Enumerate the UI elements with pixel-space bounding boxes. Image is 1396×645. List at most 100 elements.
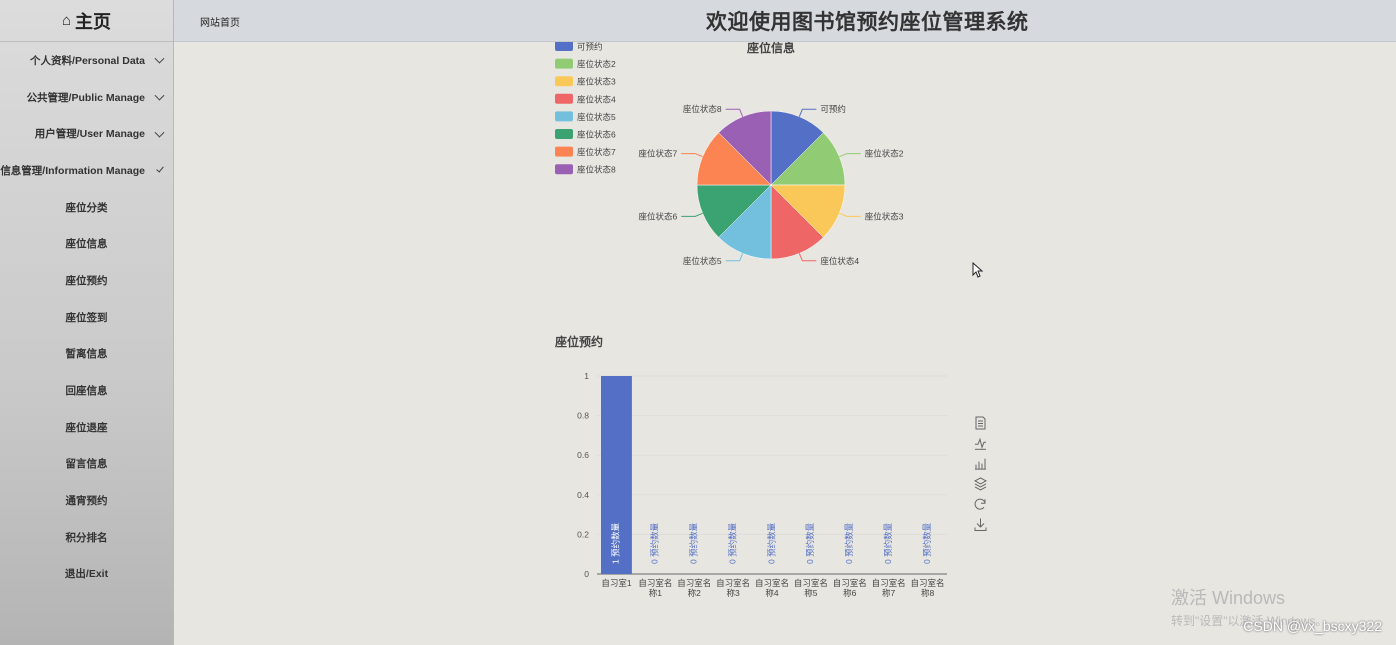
pie-slice-label: 座位状态7 [639, 149, 678, 159]
sidebar-item-2[interactable]: 用户管理/User Manage [0, 115, 173, 152]
bar-data-label: 0 预约数量 [805, 522, 815, 564]
sidebar-item-6[interactable]: 座位预约 [0, 262, 173, 299]
pie-slice-label: 座位状态8 [683, 104, 722, 114]
bar-chart-glyph [975, 458, 986, 470]
legend-swatch [555, 111, 573, 122]
sidebar-item-12[interactable]: 通宵预约 [0, 482, 173, 519]
pie-title: 座位信息 [746, 42, 795, 55]
sidebar-item-label: 用户管理/User Manage [34, 128, 145, 141]
bar-title: 座位预约 [554, 334, 603, 349]
watermark-line1: 激活 Windows [1171, 588, 1286, 608]
pie-label-line [798, 108, 817, 117]
sidebar-item-10[interactable]: 座位退座 [0, 409, 173, 446]
pie-slice-label: 座位状态4 [820, 256, 859, 266]
bar-data-label: 0 预约数量 [766, 522, 776, 564]
legend-swatch [555, 146, 573, 157]
pie-slice-label: 座位状态3 [865, 211, 904, 221]
legend-swatch [555, 76, 573, 87]
x-tick-label: 自习室名 [677, 578, 711, 588]
pie-slice-label: 可预约 [820, 104, 846, 114]
x-tick-label: 自习室名 [833, 578, 867, 588]
legend-label: 座位状态8 [577, 165, 616, 175]
x-tick-label: 自习室名 [755, 578, 789, 588]
line-chart-icon[interactable] [975, 437, 986, 450]
pie-label-line [725, 253, 744, 262]
pie-label-line [725, 108, 744, 117]
sidebar-item-label: 回座信息 [65, 385, 108, 398]
x-tick-label: 自习室名 [872, 578, 906, 588]
sidebar-item-5[interactable]: 座位信息 [0, 225, 173, 262]
sidebar-item-1[interactable]: 公共管理/Public Manage [0, 79, 173, 116]
home-link[interactable]: ⌂ 主页 [0, 0, 173, 42]
sidebar-item-label: 座位退座 [65, 421, 108, 434]
stack-icon[interactable] [973, 477, 988, 491]
sidebar-item-11[interactable]: 留言信息 [0, 446, 173, 483]
legend-swatch [555, 93, 573, 104]
sidebar-item-label: 座位分类 [65, 201, 108, 214]
legend-label: 座位状态7 [577, 147, 616, 157]
sidebar-item-9[interactable]: 回座信息 [0, 372, 173, 409]
legend-swatch [555, 129, 573, 139]
restore-glyph [974, 498, 986, 510]
legend-label: 可预约 [577, 42, 603, 52]
sidebar-item-label: 退出/Exit [64, 568, 109, 581]
sidebar-item-3[interactable]: 信息管理/Information Manage [0, 152, 173, 189]
legend-label: 座位状态3 [577, 77, 616, 87]
save-glyph [974, 518, 987, 531]
sidebar-item-label: 留言信息 [65, 458, 108, 471]
breadcrumb-home[interactable]: 网站首页 [200, 14, 240, 29]
pie-slice-label: 座位状态6 [639, 211, 678, 221]
x-tick-label: 自习室名 [911, 578, 945, 588]
restore-icon[interactable] [974, 498, 986, 510]
x-tick-label: 称2 [688, 588, 702, 598]
bar-data-label: 0 预约数量 [650, 522, 660, 564]
legend-swatch [555, 164, 573, 175]
pie-slice-label: 座位状态2 [865, 149, 904, 159]
x-tick-label: 称5 [804, 588, 818, 598]
x-tick-label: 自习室名 [716, 578, 750, 588]
x-tick-label: 称4 [765, 588, 779, 598]
sidebar-item-7[interactable]: 座位签到 [0, 299, 173, 336]
data-view-glyph [975, 416, 986, 430]
charts-canvas: 座位信息可预约座位状态2座位状态3座位状态4座位状态5座位状态6座位状态7座位状… [554, 40, 988, 598]
sidebar-item-label: 座位预约 [65, 274, 108, 287]
home-icon: ⌂ [61, 12, 72, 29]
legend-swatch [555, 58, 573, 69]
system-title: 欢迎使用图书馆预约座位管理系统 [706, 11, 1029, 34]
top-bar: 网站首页 欢迎使用图书馆预约座位管理系统 [174, 0, 1396, 42]
pie-label-line [839, 153, 861, 158]
sidebar-item-4[interactable]: 座位分类 [0, 189, 173, 226]
bar-data-label: 0 预约数量 [883, 522, 893, 564]
sidebar-item-8[interactable]: 暂离信息 [0, 336, 173, 373]
line-chart-glyph [975, 437, 986, 449]
sidebar-item-label: 积分排名 [65, 531, 108, 544]
legend-label: 座位状态5 [577, 112, 616, 122]
sidebar-item-label: 信息管理/Information Manage [0, 164, 145, 177]
csdn-credit: CSDN @vx_bscxy322 [1243, 618, 1382, 634]
legend-label: 座位状态2 [577, 59, 616, 69]
save-image-icon[interactable] [974, 518, 987, 531]
pie-slice-label: 座位状态5 [683, 256, 722, 266]
bar-data-label: 0 预约数量 [922, 522, 932, 564]
bar-chart-icon[interactable] [975, 458, 986, 470]
dashboard-content: 座位信息 可预约 座位状态2 座位状态3 座位状态4 座位状态5 座位状态6 座位状态7 座位状… [174, 40, 1396, 645]
sidebar-item-label: 暂离信息 [65, 348, 108, 361]
sidebar-item-label: 个人资料/Personal Data [30, 54, 145, 67]
sidebar-item-0[interactable]: 个人资料/Personal Data [0, 42, 173, 79]
x-tick-label: 称7 [882, 588, 896, 598]
legend-label: 座位状态6 [577, 130, 616, 140]
bar-data-label: 0 预约数量 [688, 522, 698, 564]
y-tick-label: 0.8 [577, 411, 589, 421]
sidebar: ⌂ 主页 个人资料/Personal Data 公共管理/Public Manag… [0, 0, 174, 645]
sidebar-item-label: 公共管理/Public Manage [26, 91, 145, 104]
sidebar-item-13[interactable]: 积分排名 [0, 519, 173, 556]
check-icon [156, 165, 164, 173]
pie-label-line [839, 212, 861, 217]
legend-swatch [555, 41, 573, 51]
y-tick-label: 0.2 [577, 529, 589, 539]
sidebar-item-14[interactable]: 退出/Exit [0, 556, 173, 593]
x-tick-label: 称8 [921, 588, 935, 598]
chevron-down-icon [154, 90, 165, 101]
x-tick-label: 称3 [726, 588, 740, 598]
data-view-icon[interactable] [975, 416, 986, 430]
